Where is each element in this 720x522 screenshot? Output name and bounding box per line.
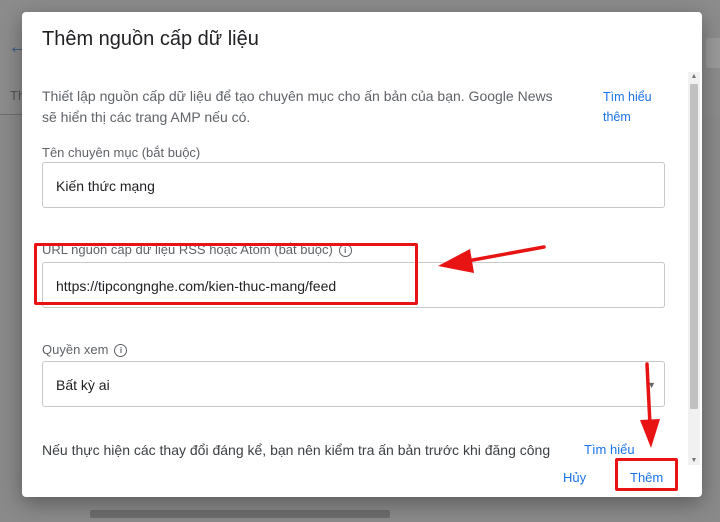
background-divider — [0, 114, 22, 115]
background-side-control — [706, 38, 720, 68]
view-permission-label: Quyền xem i — [42, 342, 128, 357]
intro-text: Thiết lập nguồn cấp dữ liệu để tạo chuyê… — [42, 88, 553, 125]
scroll-down-icon[interactable]: ▼ — [688, 457, 700, 464]
scrollbar[interactable]: ▲ ▼ — [688, 72, 700, 465]
dialog-actions: Hủy Thêm — [22, 465, 702, 497]
learn-more-link[interactable]: Tìm hiểu thêm — [603, 87, 673, 127]
add-button-highlight-box — [615, 458, 678, 491]
view-permission-value: Bất kỳ ai — [56, 377, 110, 393]
review-learn-more-link[interactable]: Tìm hiểu — [584, 442, 635, 457]
dialog-title: Thêm nguồn cấp dữ liệu — [42, 28, 259, 50]
section-name-label: Tên chuyên mục (bắt buộc) — [42, 145, 200, 160]
cancel-button[interactable]: Hủy — [553, 465, 596, 491]
section-name-label-text: Tên chuyên mục (bắt buộc) — [42, 145, 201, 160]
caret-down-icon: ▼ — [647, 380, 656, 390]
review-note: Nếu thực hiện các thay đổi đáng kể, bạn … — [42, 442, 551, 458]
info-icon[interactable]: i — [114, 344, 128, 357]
view-permission-label-text: Quyền xem — [42, 342, 109, 357]
section-name-input[interactable]: Kiến thức mạng — [42, 162, 665, 208]
section-name-value: Kiến thức mạng — [56, 178, 155, 194]
background-bottom-bar — [90, 510, 390, 518]
scroll-up-icon[interactable]: ▲ — [688, 73, 700, 80]
view-permission-select[interactable]: Bất kỳ ai ▼ — [42, 361, 665, 407]
url-highlight-box — [34, 243, 418, 305]
scrollbar-thumb[interactable] — [690, 84, 698, 409]
